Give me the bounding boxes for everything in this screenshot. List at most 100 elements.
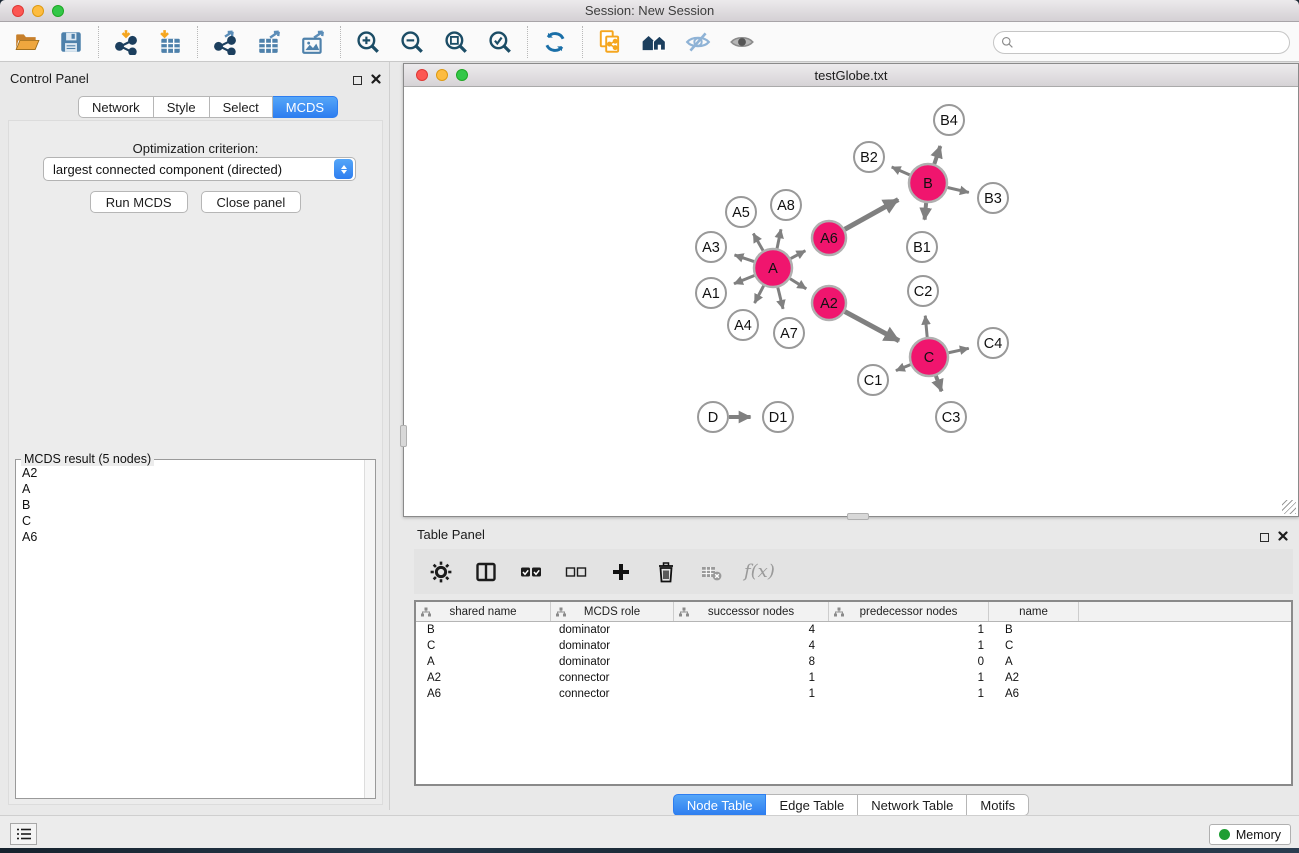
edge-C-C3[interactable] (936, 376, 942, 391)
node-A2[interactable]: A2 (812, 286, 846, 320)
search-input[interactable] (993, 31, 1290, 54)
edge-B-B1[interactable] (925, 203, 927, 220)
tab-network[interactable]: Network (78, 96, 154, 118)
table-cell[interactable]: 1 (829, 622, 989, 638)
node-B1[interactable]: B1 (907, 232, 937, 262)
table-cell[interactable]: dominator (551, 654, 674, 670)
result-item[interactable]: C (22, 513, 363, 529)
resize-grip[interactable] (1282, 500, 1296, 514)
node-B4[interactable]: B4 (934, 105, 964, 135)
edge-B-B4[interactable] (934, 146, 940, 164)
node-A3[interactable]: A3 (696, 232, 726, 262)
network-window-titlebar[interactable]: testGlobe.txt (404, 64, 1298, 87)
table-row[interactable]: A2connector11A2 (416, 670, 1291, 686)
table-row[interactable]: Cdominator41C (416, 638, 1291, 654)
table-cell[interactable]: 1 (829, 686, 989, 702)
table-cell[interactable]: 4 (674, 638, 829, 654)
float-panel-icon[interactable] (353, 76, 362, 85)
table-row[interactable]: A6connector11A6 (416, 686, 1291, 702)
show-all-icon[interactable] (728, 28, 756, 56)
result-item[interactable]: B (22, 497, 363, 513)
node-A4[interactable]: A4 (728, 310, 758, 340)
edge-A2-C[interactable] (845, 312, 899, 341)
delete-row-icon[interactable] (654, 560, 678, 584)
node-C[interactable]: C (910, 338, 948, 376)
table-tab-node-table[interactable]: Node Table (673, 794, 767, 816)
tab-style[interactable]: Style (154, 96, 210, 118)
clear-checkboxes-icon[interactable] (564, 560, 588, 584)
task-history-button[interactable] (10, 823, 37, 845)
export-image-icon[interactable] (299, 28, 327, 56)
table-cell[interactable]: A (989, 654, 1079, 670)
table-tab-motifs[interactable]: Motifs (967, 794, 1029, 816)
result-item[interactable]: A6 (22, 529, 363, 545)
node-D[interactable]: D (698, 402, 728, 432)
edge-B-B3[interactable] (947, 187, 968, 192)
node-A7[interactable]: A7 (774, 318, 804, 348)
first-neighbors-icon[interactable] (640, 28, 668, 56)
edge-C-C4[interactable] (949, 348, 969, 352)
edge-B-B2[interactable] (892, 167, 910, 175)
float-table-panel-icon[interactable] (1260, 533, 1269, 542)
select-all-checkboxes-icon[interactable] (519, 560, 543, 584)
table-cell[interactable]: 0 (829, 654, 989, 670)
open-folder-icon[interactable] (13, 28, 41, 56)
table-cell[interactable]: A6 (416, 686, 551, 702)
edge-A-A3[interactable] (734, 255, 754, 262)
memory-button[interactable]: Memory (1209, 824, 1291, 845)
table-cell[interactable]: B (416, 622, 551, 638)
import-table-icon[interactable] (156, 28, 184, 56)
edge-A-A2[interactable] (790, 279, 806, 289)
node-A5[interactable]: A5 (726, 197, 756, 227)
edge-A-A7[interactable] (778, 287, 783, 308)
table-tab-edge-table[interactable]: Edge Table (766, 794, 858, 816)
tab-select[interactable]: Select (210, 96, 273, 118)
node-D1[interactable]: D1 (763, 402, 793, 432)
close-table-panel-icon[interactable] (1278, 528, 1288, 546)
edge-A-A8[interactable] (777, 229, 781, 248)
table-tab-network-table[interactable]: Network Table (858, 794, 967, 816)
node-A8[interactable]: A8 (771, 190, 801, 220)
edge-A-A1[interactable] (734, 275, 754, 283)
edge-A-A4[interactable] (755, 286, 764, 303)
result-item[interactable]: A2 (22, 465, 363, 481)
table-row[interactable]: Bdominator41B (416, 622, 1291, 638)
node-C4[interactable]: C4 (978, 328, 1008, 358)
node-C3[interactable]: C3 (936, 402, 966, 432)
window-edge-handle-left[interactable] (400, 425, 407, 447)
edge-A6-B[interactable] (845, 200, 899, 230)
table-cell[interactable]: 1 (829, 638, 989, 654)
table-cell[interactable]: dominator (551, 622, 674, 638)
column-header-name[interactable]: name (989, 602, 1079, 621)
table-cell[interactable]: A6 (989, 686, 1079, 702)
table-cell[interactable]: A (416, 654, 551, 670)
edge-A-A6[interactable] (791, 251, 806, 259)
node-C1[interactable]: C1 (858, 365, 888, 395)
table-cell[interactable]: 1 (829, 670, 989, 686)
column-header-predecessor-nodes[interactable]: predecessor nodes (829, 602, 989, 621)
edge-C-C2[interactable] (925, 316, 927, 337)
tab-mcds[interactable]: MCDS (273, 96, 338, 118)
table-cell[interactable]: 4 (674, 622, 829, 638)
node-B2[interactable]: B2 (854, 142, 884, 172)
result-item[interactable]: A (22, 481, 363, 497)
export-network-icon[interactable] (211, 28, 239, 56)
table-cell[interactable]: dominator (551, 638, 674, 654)
node-B3[interactable]: B3 (978, 183, 1008, 213)
edge-A-A5[interactable] (753, 234, 763, 251)
result-scrollbar[interactable] (364, 460, 375, 798)
column-header-shared-name[interactable]: shared name (416, 602, 551, 621)
gear-icon[interactable] (429, 560, 453, 584)
node-A6[interactable]: A6 (812, 221, 846, 255)
node-A[interactable]: A (754, 249, 792, 287)
node-C2[interactable]: C2 (908, 276, 938, 306)
column-header-successor-nodes[interactable]: successor nodes (674, 602, 829, 621)
run-mcds-button[interactable]: Run MCDS (90, 191, 188, 213)
split-columns-icon[interactable] (474, 560, 498, 584)
function-builder-button[interactable]: f(x) (744, 561, 775, 582)
edge-C-C1[interactable] (896, 365, 911, 371)
add-row-icon[interactable] (609, 560, 633, 584)
table-cell[interactable]: C (989, 638, 1079, 654)
column-header-MCDS-role[interactable]: MCDS role (551, 602, 674, 621)
window-edge-handle-bottom[interactable] (847, 513, 869, 520)
